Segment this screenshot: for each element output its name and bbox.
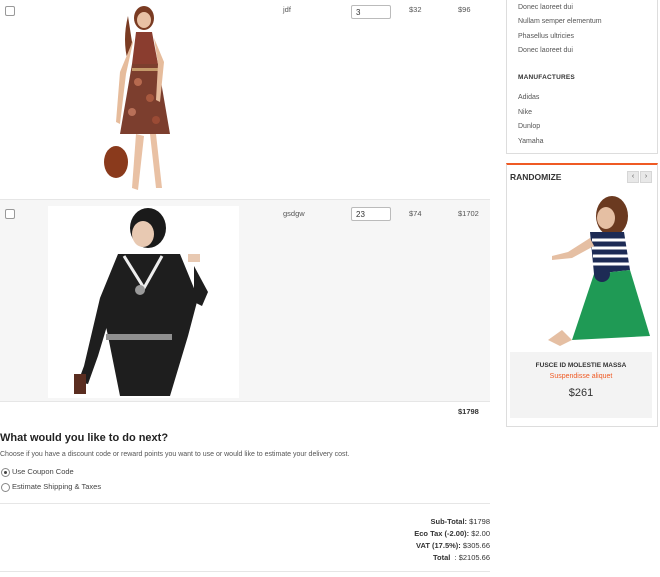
row-checkbox[interactable] [5,209,15,219]
coupon-radio[interactable] [1,468,10,477]
sidebar-link[interactable]: Donec laoreet dui [518,4,573,11]
ecotax-value: $2.00 [471,529,490,538]
sidebar-link[interactable]: Donec laoreet dui [518,47,573,54]
ecotax-label: Eco Tax (-2.00): [414,529,470,538]
subtotal-value: $1798 [469,517,490,526]
randomize-title: RANDOMIZE [510,172,562,182]
total-value: : $2105.66 [454,553,490,562]
manufacturer-link[interactable]: Dunlop [518,123,540,130]
cart-grand-total: $1798 [458,407,479,416]
divider [0,571,490,572]
shipping-label[interactable]: Estimate Shipping & Taxes [12,482,101,491]
randomize-product-price: $261 [568,387,594,399]
product-name[interactable]: jdf [283,5,291,14]
vat-label: VAT (17.5%): [416,541,461,550]
sidebar-link[interactable]: Nullam semper elementum [518,18,602,25]
quantity-input[interactable]: 23 [351,207,391,221]
quantity-input[interactable]: 3 [351,5,391,19]
unit-price: $32 [409,5,422,14]
randomize-product-image[interactable] [512,190,652,352]
chevron-right-icon[interactable]: › [640,171,652,183]
row-total: $96 [458,5,471,14]
cart-row: gsdgw 23 $74 $1702 [0,199,490,402]
cart-row: jdf 3 $32 $96 [0,0,490,198]
ecotax-row: Eco Tax (-2.00): $2.00 [414,529,490,538]
product-image[interactable] [48,206,239,398]
randomize-product-subtitle: Suspendisse aliquet [549,373,613,380]
coupon-label[interactable]: Use Coupon Code [12,467,74,476]
next-heading: What would you like to do next? [0,432,169,444]
manufactures-heading: MANUFACTURES [518,74,575,81]
randomize-product-name[interactable]: FUSCE ID MOLESTIE MASSA [510,362,652,369]
product-image[interactable] [98,2,190,196]
subtotal-row: Sub-Total: $1798 [431,517,490,526]
manufacturer-link[interactable]: Adidas [518,94,539,101]
vat-row: VAT (17.5%): $305.66 [416,541,490,550]
product-name[interactable]: gsdgw [283,209,305,218]
row-checkbox[interactable] [5,6,15,16]
total-row: Total : $2105.66 [433,553,490,562]
sidebar-link[interactable]: Phasellus ultricies [518,33,574,40]
manufacturer-link[interactable]: Yamaha [518,138,544,145]
total-label: Total [433,553,451,562]
shipping-radio[interactable] [1,483,10,492]
subtotal-label: Sub-Total: [430,517,468,526]
next-description: Choose if you have a discount code or re… [0,451,350,458]
unit-price: $74 [409,209,422,218]
chevron-left-icon[interactable]: ‹ [627,171,639,183]
row-total: $1702 [458,209,479,218]
manufacturer-link[interactable]: Nike [518,109,532,116]
vat-value: $305.66 [462,541,490,550]
divider [0,503,490,504]
divider [0,401,490,402]
